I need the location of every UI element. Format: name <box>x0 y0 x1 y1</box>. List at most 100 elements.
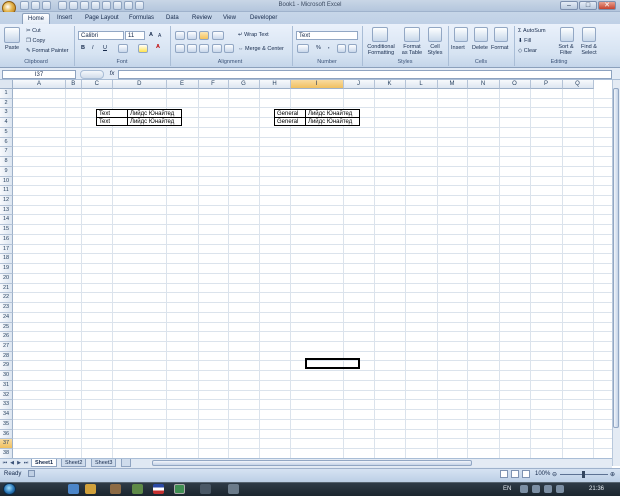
delete-cells-icon[interactable] <box>474 27 488 42</box>
column-header-B[interactable]: B <box>66 80 82 89</box>
column-header-D[interactable]: D <box>113 80 167 89</box>
align-left-icon[interactable] <box>175 44 185 53</box>
zoom-level[interactable]: 100% <box>535 471 550 477</box>
tab-formulas[interactable]: Formulas <box>124 13 159 24</box>
borders-icon[interactable] <box>118 44 128 53</box>
fill-button[interactable]: ⬇ Fill <box>518 38 531 44</box>
close-button[interactable]: ✕ <box>598 1 616 10</box>
increase-decimal-icon[interactable] <box>337 44 346 53</box>
volume-icon[interactable] <box>544 485 552 493</box>
comma-button[interactable]: , <box>328 44 330 50</box>
format-button[interactable]: Format <box>491 45 508 51</box>
conditional-formatting-button[interactable]: Conditional Formatting <box>364 44 398 56</box>
column-header-P[interactable]: P <box>530 80 563 89</box>
cell-C4[interactable]: Text <box>96 117 128 126</box>
taskbar-excel-icon[interactable] <box>174 484 185 494</box>
row-header-6[interactable]: 6 <box>0 137 13 148</box>
column-header-I[interactable]: I <box>290 80 344 89</box>
column-header-Q[interactable]: Q <box>562 80 594 89</box>
column-header-H[interactable]: H <box>259 80 291 89</box>
insert-button[interactable]: Insert <box>451 45 465 51</box>
orientation-icon[interactable] <box>212 31 224 40</box>
row-header-12[interactable]: 12 <box>0 196 13 206</box>
vertical-scroll-thumb[interactable] <box>613 88 619 428</box>
column-header-N[interactable]: N <box>467 80 500 89</box>
cell-H4[interactable]: General <box>274 117 306 126</box>
start-button[interactable] <box>3 483 16 495</box>
decrease-decimal-icon[interactable] <box>348 44 357 53</box>
font-color-button[interactable]: A <box>156 44 160 50</box>
next-sheet-icon[interactable]: ▶ <box>16 460 22 466</box>
row-header-13[interactable]: 13 <box>0 205 13 216</box>
align-top-icon[interactable] <box>175 31 185 40</box>
taskbar-app-icon[interactable] <box>200 484 211 494</box>
row-header-20[interactable]: 20 <box>0 273 13 284</box>
insert-cells-icon[interactable] <box>454 27 468 42</box>
row-header-17[interactable]: 17 <box>0 244 13 255</box>
column-header-K[interactable]: K <box>374 80 406 89</box>
normal-view-icon[interactable] <box>500 470 508 478</box>
row-header-35[interactable]: 35 <box>0 419 13 430</box>
zoom-slider-handle[interactable] <box>582 471 585 478</box>
horizontal-scroll-thumb[interactable] <box>152 460 472 466</box>
row-header-34[interactable]: 34 <box>0 410 13 420</box>
row-header-18[interactable]: 18 <box>0 254 13 265</box>
autosum-button[interactable]: Σ AutoSum <box>518 28 546 34</box>
row-header-2[interactable]: 2 <box>0 98 13 109</box>
decrease-indent-icon[interactable] <box>212 44 222 53</box>
row-header-36[interactable]: 36 <box>0 429 13 440</box>
find-select-button[interactable]: Find & Select <box>577 44 601 56</box>
tab-home[interactable]: Home <box>22 13 51 24</box>
cell-styles-button[interactable]: Cell Styles <box>424 44 446 56</box>
percent-button[interactable]: % <box>316 45 321 51</box>
language-flag-icon[interactable] <box>153 484 164 494</box>
sheet-tab-sheet3[interactable]: Sheet3 <box>91 459 117 467</box>
macro-record-icon[interactable] <box>28 470 37 478</box>
row-header-22[interactable]: 22 <box>0 293 13 304</box>
taskbar-app-icon[interactable] <box>228 484 239 494</box>
prev-sheet-icon[interactable]: ◀ <box>9 460 15 466</box>
taskbar-app-icon[interactable] <box>68 484 79 494</box>
sort-filter-button[interactable]: Sort & Filter <box>555 44 577 56</box>
paste-button[interactable]: Paste <box>5 45 19 51</box>
delete-button[interactable]: Delete <box>472 45 488 51</box>
network-icon[interactable] <box>556 485 564 493</box>
column-header-G[interactable]: G <box>228 80 260 89</box>
row-header-11[interactable]: 11 <box>0 186 13 197</box>
insert-function-button[interactable]: fx <box>106 70 118 79</box>
taskbar-app-icon[interactable] <box>110 484 121 494</box>
wrap-text-button[interactable]: ↵ Wrap Text <box>238 32 269 38</box>
cell-D4[interactable]: Лийдс Юнайтед <box>127 117 182 126</box>
taskbar-app-icon[interactable] <box>85 484 96 494</box>
fill-color-icon[interactable] <box>138 44 148 53</box>
select-all-corner[interactable] <box>0 80 13 89</box>
align-center-icon[interactable] <box>187 44 197 53</box>
italic-button[interactable]: I <box>92 45 94 51</box>
row-header-14[interactable]: 14 <box>0 215 13 226</box>
bold-button[interactable]: B <box>81 45 85 51</box>
taskbar-app-icon[interactable] <box>132 484 143 494</box>
sheet-tab-sheet2[interactable]: Sheet2 <box>61 459 87 467</box>
format-as-table-icon[interactable] <box>404 27 420 42</box>
align-right-icon[interactable] <box>199 44 209 53</box>
column-header-O[interactable]: O <box>499 80 531 89</box>
column-header-L[interactable]: L <box>405 80 438 89</box>
currency-icon[interactable] <box>297 44 309 53</box>
row-header-19[interactable]: 19 <box>0 264 13 274</box>
row-header-4[interactable]: 4 <box>0 118 13 128</box>
row-header-5[interactable]: 5 <box>0 127 13 138</box>
format-cells-icon[interactable] <box>494 27 508 42</box>
row-header-28[interactable]: 28 <box>0 351 13 362</box>
row-header-26[interactable]: 26 <box>0 332 13 342</box>
format-as-table-button[interactable]: Format as Table <box>398 44 426 56</box>
format-painter-button[interactable]: ✎ Format Painter <box>26 48 69 54</box>
align-bottom-icon[interactable] <box>199 31 209 40</box>
font-name-combo[interactable]: Calibri <box>78 31 124 40</box>
tab-developer[interactable]: Developer <box>245 13 282 24</box>
row-header-23[interactable]: 23 <box>0 303 13 313</box>
conditional-formatting-icon[interactable] <box>372 27 388 42</box>
merge-center-button[interactable]: ⇔ Merge & Center <box>238 46 284 52</box>
tab-review[interactable]: Review <box>187 13 217 24</box>
row-header-21[interactable]: 21 <box>0 283 13 294</box>
worksheet-grid[interactable]: ABCDEFGHIJKLMNOPQ 1 2 3 4 5 6 7 8 9 10 11 12 13 14 15 1… <box>0 80 612 458</box>
